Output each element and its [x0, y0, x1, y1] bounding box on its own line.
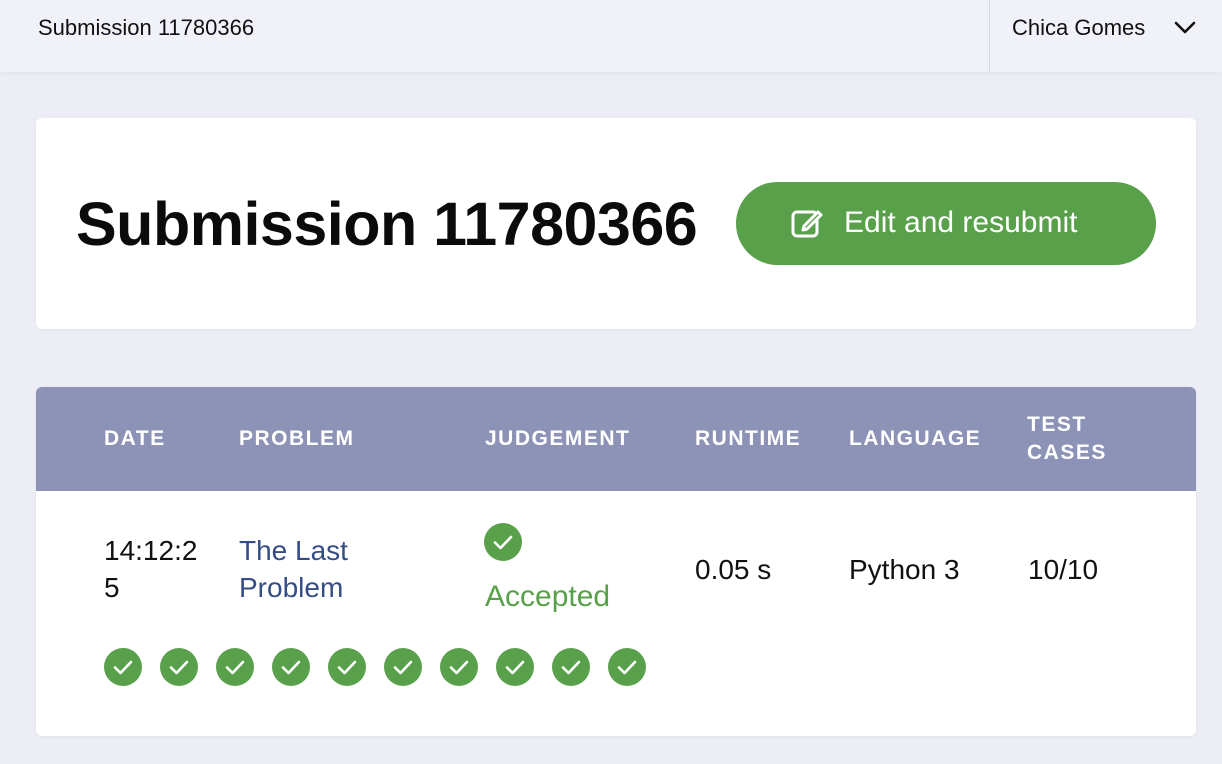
column-header-language: LANGUAGE — [849, 427, 982, 450]
user-menu[interactable]: Chica Gomes — [990, 0, 1222, 72]
table-header: DATE PROBLEM JUDGEMENT RUNTIME LANGUAGE … — [36, 387, 1196, 491]
test-case-passed-icon[interactable] — [608, 648, 646, 686]
problem-link[interactable]: The Last Problem — [239, 532, 429, 606]
test-case-passed-icon[interactable] — [216, 648, 254, 686]
column-header-problem: PROBLEM — [239, 427, 355, 450]
test-case-passed-icon[interactable] — [552, 648, 590, 686]
chevron-down-icon — [1174, 21, 1196, 34]
test-case-passed-icon[interactable] — [384, 648, 422, 686]
submission-header-card: Submission 11780366 Edit and resubmit — [36, 118, 1196, 329]
problem-link-line1: The Last — [239, 535, 348, 566]
judgement-status: Accepted — [485, 580, 611, 613]
edit-and-resubmit-button[interactable]: Edit and resubmit — [736, 182, 1156, 265]
page-title: Submission 11780366 — [76, 190, 698, 258]
cell-test-cases: 10/10 — [1028, 554, 1099, 585]
test-case-passed-icon[interactable] — [328, 648, 366, 686]
edit-icon — [791, 210, 823, 238]
topbar-title: Submission 11780366 — [38, 15, 255, 40]
cell-date-line1: 14:12:2 — [104, 535, 198, 566]
user-name: Chica Gomes — [1012, 15, 1146, 40]
resubmit-label: Edit and resubmit — [844, 206, 1078, 239]
column-header-test-cases: TEST CASES — [1027, 411, 1107, 467]
column-header-date: DATE — [104, 427, 166, 450]
cell-date-line2: 5 — [104, 572, 120, 603]
test-case-passed-icon[interactable] — [104, 648, 142, 686]
test-case-results — [104, 648, 664, 686]
top-bar: Submission 11780366 Chica Gomes — [0, 0, 1222, 72]
test-case-passed-icon[interactable] — [440, 648, 478, 686]
column-header-test-cases-line1: TEST — [1027, 413, 1087, 436]
cell-runtime: 0.05 s — [695, 554, 772, 585]
test-case-passed-icon[interactable] — [272, 648, 310, 686]
column-header-runtime: RUNTIME — [695, 427, 802, 450]
accepted-check-icon — [484, 523, 522, 561]
submission-table: DATE PROBLEM JUDGEMENT RUNTIME LANGUAGE … — [36, 387, 1196, 736]
column-header-judgement: JUDGEMENT — [485, 427, 631, 450]
cell-language: Python 3 — [849, 554, 960, 585]
test-case-passed-icon[interactable] — [160, 648, 198, 686]
test-case-passed-icon[interactable] — [496, 648, 534, 686]
problem-link-line2: Problem — [239, 572, 344, 603]
cell-date: 14:12:2 5 — [104, 532, 197, 606]
column-header-test-cases-line2: CASES — [1027, 441, 1107, 464]
